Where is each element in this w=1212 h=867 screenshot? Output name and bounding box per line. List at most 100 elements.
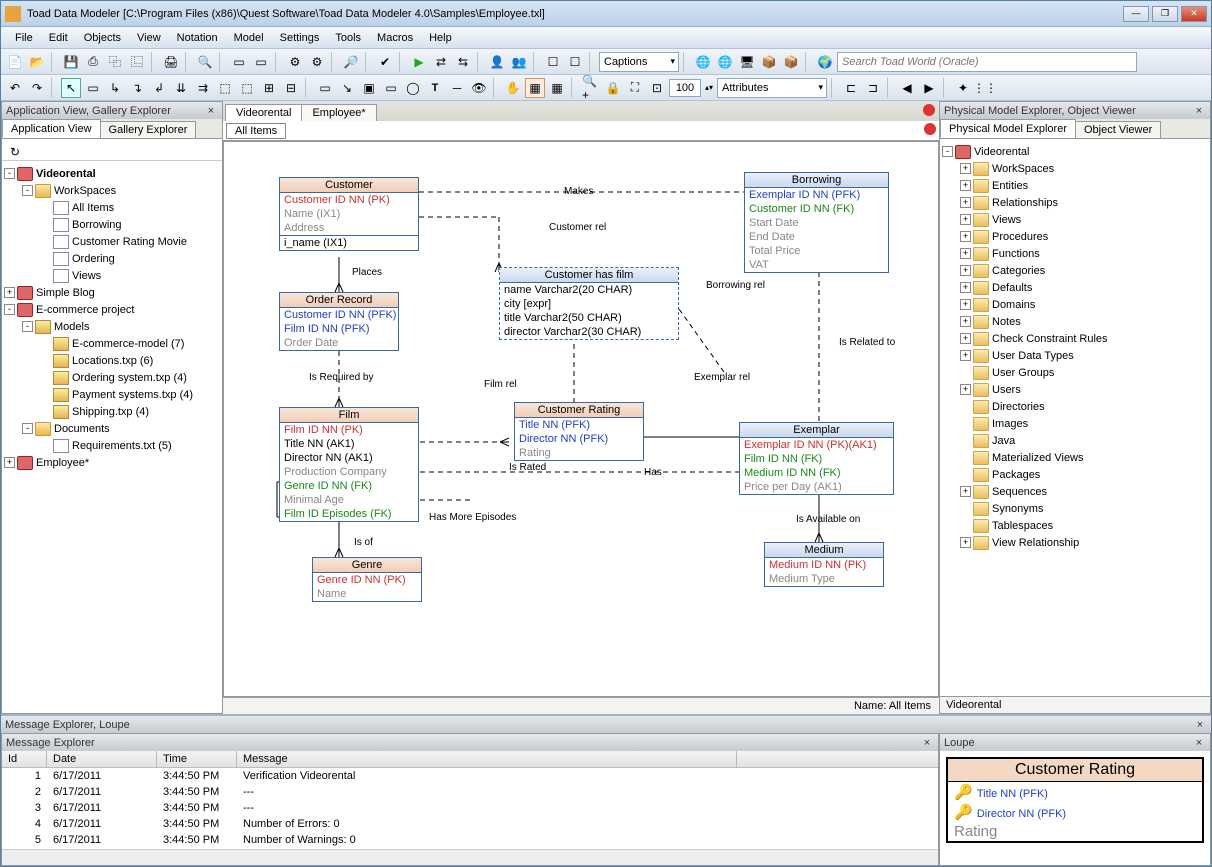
note-icon[interactable]: ▭ bbox=[315, 78, 335, 98]
menu-macros[interactable]: Macros bbox=[371, 30, 419, 46]
menu-file[interactable]: File bbox=[9, 30, 39, 46]
entity-exemplar[interactable]: ExemplarExemplar ID NN (PK)(AK1)Film ID … bbox=[739, 422, 894, 495]
preview-icon[interactable]: 🔍 bbox=[195, 52, 215, 72]
rel1-icon[interactable]: ↳ bbox=[105, 78, 125, 98]
new-icon[interactable]: 📄 bbox=[5, 52, 25, 72]
find-icon[interactable]: 🔎 bbox=[341, 52, 361, 72]
tree-item[interactable]: +View Relationship bbox=[942, 534, 1208, 551]
expand-icon[interactable]: + bbox=[960, 214, 971, 225]
menu-objects[interactable]: Objects bbox=[78, 30, 127, 46]
menu-notation[interactable]: Notation bbox=[171, 30, 224, 46]
users-icon[interactable]: 👥 bbox=[509, 52, 529, 72]
rect-icon[interactable]: ▭ bbox=[381, 78, 401, 98]
expand-icon[interactable]: - bbox=[942, 146, 953, 157]
msg-col[interactable]: Id bbox=[2, 751, 47, 767]
expand-icon[interactable]: + bbox=[960, 248, 971, 259]
rel3-icon[interactable]: ↲ bbox=[149, 78, 169, 98]
minimize-button[interactable]: — bbox=[1123, 6, 1149, 22]
doc-tab-employee[interactable]: Employee* bbox=[301, 104, 376, 121]
sparkle-icon[interactable]: ✦ bbox=[953, 78, 973, 98]
expand-icon[interactable]: - bbox=[4, 304, 15, 315]
tree-item[interactable]: User Groups bbox=[942, 364, 1208, 381]
user-icon[interactable]: 👤 bbox=[487, 52, 507, 72]
msg-rows[interactable]: 16/17/20113:44:50 PMVerification Videore… bbox=[2, 768, 938, 848]
expand-icon[interactable]: - bbox=[4, 168, 15, 179]
rel6-icon[interactable]: ⬚ bbox=[215, 78, 235, 98]
maximize-button[interactable]: ❐ bbox=[1152, 6, 1178, 22]
rel2-icon[interactable]: ↴ bbox=[127, 78, 147, 98]
refresh-icon[interactable]: ↻ bbox=[5, 142, 25, 162]
expand-icon[interactable]: - bbox=[22, 185, 33, 196]
expand-icon[interactable]: + bbox=[960, 350, 971, 361]
text-icon[interactable]: T bbox=[425, 78, 445, 98]
msg-row[interactable]: 16/17/20113:44:50 PMVerification Videore… bbox=[2, 768, 938, 784]
tree-item[interactable]: Shipping.txp (4) bbox=[4, 403, 220, 420]
tree-item[interactable]: -WorkSpaces bbox=[4, 182, 220, 199]
tree-item[interactable]: Borrowing bbox=[4, 216, 220, 233]
left-tree[interactable]: -Videorental-WorkSpacesAll ItemsBorrowin… bbox=[2, 161, 222, 713]
monitor-icon[interactable]: 🖥 bbox=[737, 52, 757, 72]
tree-item[interactable]: +Relationships bbox=[942, 194, 1208, 211]
convert2-icon[interactable]: ⇆ bbox=[453, 52, 473, 72]
expand-icon[interactable]: + bbox=[960, 299, 971, 310]
tree-item[interactable]: Customer Rating Movie bbox=[4, 233, 220, 250]
loupe-close-icon[interactable]: × bbox=[1192, 737, 1206, 749]
dots-icon[interactable]: ⋮⋮ bbox=[975, 78, 995, 98]
expand-icon[interactable]: + bbox=[960, 537, 971, 548]
tree-item[interactable]: Tablespaces bbox=[942, 517, 1208, 534]
msg-col[interactable]: Time bbox=[157, 751, 237, 767]
tree-item[interactable]: +Sequences bbox=[942, 483, 1208, 500]
hand-icon[interactable]: ✋ bbox=[503, 78, 523, 98]
redo-icon[interactable]: ↷ bbox=[27, 78, 47, 98]
eye-icon[interactable]: 👁 bbox=[469, 78, 489, 98]
tree-item[interactable]: -Videorental bbox=[942, 143, 1208, 160]
expand-icon[interactable]: + bbox=[960, 231, 971, 242]
expand-icon[interactable]: + bbox=[960, 282, 971, 293]
note2-icon[interactable]: ↘ bbox=[337, 78, 357, 98]
rel5-icon[interactable]: ⇉ bbox=[193, 78, 213, 98]
msg-row[interactable]: 26/17/20113:44:50 PM--- bbox=[2, 784, 938, 800]
entity-order-record[interactable]: Order RecordCustomer ID NN (PFK)Film ID … bbox=[279, 292, 399, 351]
menu-view[interactable]: View bbox=[131, 30, 167, 46]
nav1-icon[interactable]: ◀ bbox=[897, 78, 917, 98]
tree-item[interactable]: +Users bbox=[942, 381, 1208, 398]
page1-icon[interactable]: ▭ bbox=[229, 52, 249, 72]
expand-icon[interactable]: + bbox=[960, 333, 971, 344]
rel9-icon[interactable]: ⊟ bbox=[281, 78, 301, 98]
tree-item[interactable]: +Domains bbox=[942, 296, 1208, 313]
entity-borrowing[interactable]: BorrowingExemplar ID NN (PFK)Customer ID… bbox=[744, 172, 889, 273]
tree-item[interactable]: E-commerce-model (7) bbox=[4, 335, 220, 352]
tree-item[interactable]: Synonyms bbox=[942, 500, 1208, 517]
diagram-canvas[interactable]: CustomerCustomer ID NN (PK)Name (IX1)Add… bbox=[223, 141, 939, 697]
entity-film[interactable]: FilmFilm ID NN (PK)Title NN (AK1)Directo… bbox=[279, 407, 419, 522]
rel8-icon[interactable]: ⊞ bbox=[259, 78, 279, 98]
tree-item[interactable]: Payment systems.txp (4) bbox=[4, 386, 220, 403]
expand-icon[interactable]: - bbox=[22, 423, 33, 434]
msg-row[interactable]: 56/17/20113:44:50 PMNumber of Warnings: … bbox=[2, 832, 938, 848]
entity-medium[interactable]: MediumMedium ID NN (PK)Medium Type bbox=[764, 542, 884, 587]
close-doc-icon[interactable] bbox=[923, 104, 935, 116]
pkg-icon[interactable]: 📦 bbox=[759, 52, 779, 72]
entity-genre[interactable]: GenreGenre ID NN (PK)Name bbox=[312, 557, 422, 602]
grid-icon[interactable]: ▦ bbox=[525, 78, 545, 98]
tree-item[interactable]: +Check Constraint Rules bbox=[942, 330, 1208, 347]
print-icon[interactable]: 🖨 bbox=[161, 52, 181, 72]
msg-row[interactable]: 36/17/20113:44:50 PM--- bbox=[2, 800, 938, 816]
tree-item[interactable]: -Documents bbox=[4, 420, 220, 437]
tab-object-viewer[interactable]: Object Viewer bbox=[1075, 121, 1161, 138]
menu-settings[interactable]: Settings bbox=[274, 30, 326, 46]
msg-scrollbar[interactable] bbox=[2, 849, 938, 865]
attributes-combo[interactable]: Attributes bbox=[717, 78, 827, 98]
tree-item[interactable]: +Views bbox=[942, 211, 1208, 228]
expand-icon[interactable]: - bbox=[22, 321, 33, 332]
zoom100-icon[interactable]: ⊡ bbox=[647, 78, 667, 98]
entity-icon[interactable]: ▭ bbox=[83, 78, 103, 98]
saveas-icon[interactable]: ⎙ bbox=[83, 52, 103, 72]
expand-icon[interactable]: + bbox=[960, 180, 971, 191]
page2-icon[interactable]: ▭ bbox=[251, 52, 271, 72]
tree-item[interactable]: +Notes bbox=[942, 313, 1208, 330]
expand-icon[interactable]: + bbox=[960, 384, 971, 395]
menu-edit[interactable]: Edit bbox=[43, 30, 74, 46]
doc-tab-videorental[interactable]: Videorental bbox=[225, 104, 302, 121]
box2-icon[interactable]: ☐ bbox=[565, 52, 585, 72]
